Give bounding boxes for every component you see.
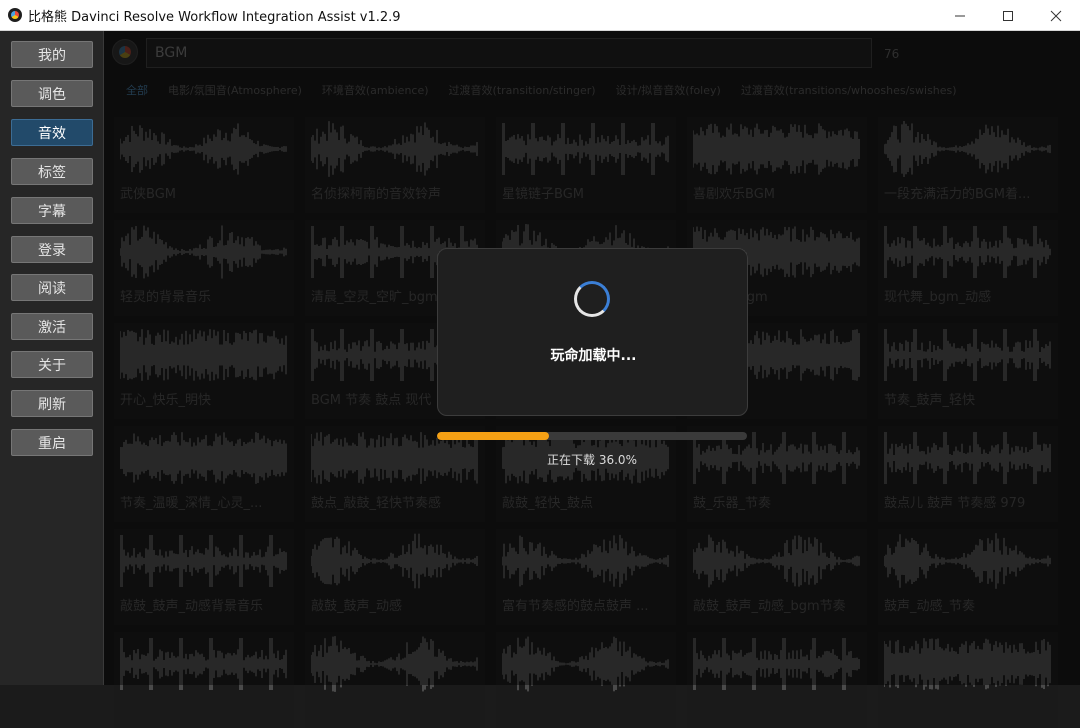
loading-dialog: 玩命加载中... (437, 248, 748, 416)
spinner-icon (574, 281, 610, 317)
sidebar-item-0[interactable]: 我的 (11, 41, 93, 68)
download-progress-fill (437, 432, 549, 440)
sidebar-item-2[interactable]: 音效 (11, 119, 93, 146)
download-progress-text: 正在下载 36.0% (547, 453, 637, 467)
window-controls (936, 0, 1080, 31)
sidebar-item-3[interactable]: 标签 (11, 158, 93, 185)
close-icon[interactable] (1032, 0, 1080, 31)
app-logo-icon (8, 8, 22, 22)
sidebar-item-6[interactable]: 阅读 (11, 274, 93, 301)
sidebar-item-5[interactable]: 登录 (11, 236, 93, 263)
sidebar-item-4[interactable]: 字幕 (11, 197, 93, 224)
minimize-icon[interactable] (936, 0, 984, 31)
sidebar-item-1[interactable]: 调色 (11, 80, 93, 107)
sidebar-item-7[interactable]: 激活 (11, 313, 93, 340)
download-progress-bar (437, 432, 747, 440)
sidebar-item-10[interactable]: 重启 (11, 429, 93, 456)
sidebar-item-9[interactable]: 刷新 (11, 390, 93, 417)
sidebar: 我的调色音效标签字幕登录阅读激活关于刷新重启 (0, 31, 104, 685)
sidebar-item-8[interactable]: 关于 (11, 351, 93, 378)
loading-message: 玩命加载中... (550, 348, 637, 364)
maximize-icon[interactable] (984, 0, 1032, 31)
title-bar: 比格熊 Davinci Resolve Workflow Integration… (0, 0, 1080, 31)
window-title: 比格熊 Davinci Resolve Workflow Integration… (28, 9, 401, 25)
